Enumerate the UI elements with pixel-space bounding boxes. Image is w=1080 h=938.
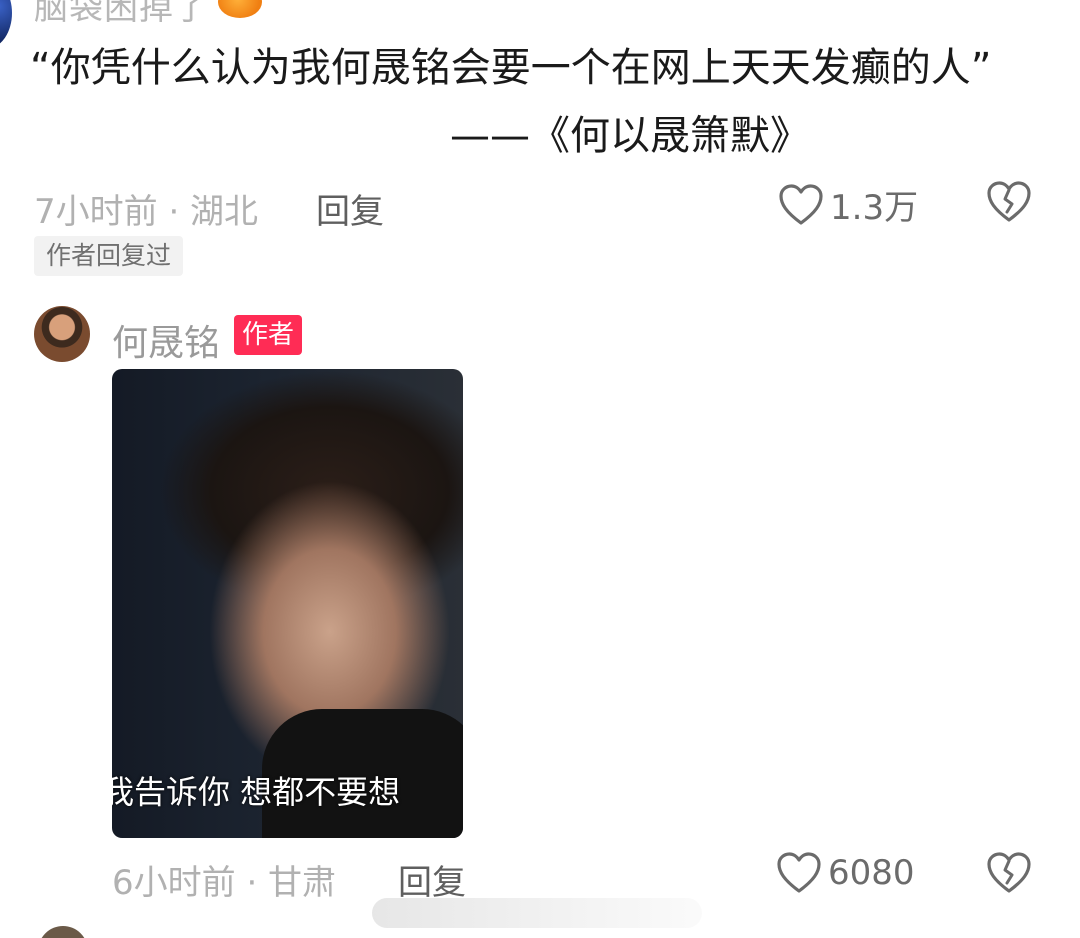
author-avatar[interactable]: [34, 306, 90, 362]
reply-time-location: 6小时前 · 甘肃: [112, 863, 337, 903]
reply-like-button[interactable]: 6080: [776, 851, 915, 895]
author-replied-tag: 作者回复过: [34, 236, 184, 276]
reply-like-count: 6080: [828, 853, 915, 893]
comment-time-location: 7小时前 · 湖北: [34, 192, 259, 232]
broken-heart-icon[interactable]: [986, 180, 1032, 224]
heart-outline-icon: [779, 183, 823, 225]
heart-outline-icon: [777, 852, 821, 893]
comment-thread: 脑袋困掉了 “你凭什么认为我何晟铭会要一个在网上天天发癫的人” ——《何以晟箫默…: [0, 0, 1080, 938]
watermark: [372, 898, 702, 928]
next-comment-avatar[interactable]: [38, 926, 88, 938]
comment-signature: ——《何以晟箫默》: [450, 113, 810, 159]
commenter-username[interactable]: 脑袋困掉了: [34, 0, 209, 29]
comment-like-count: 1.3万: [830, 188, 919, 228]
comment-reply-button[interactable]: 回复: [316, 184, 384, 233]
image-subtitle: 我告诉你 想都不要想: [112, 773, 401, 811]
broken-heart-icon[interactable]: [986, 851, 1032, 895]
reply-reply-button[interactable]: 回复: [398, 855, 466, 904]
author-badge: 作者: [234, 315, 303, 355]
commenter-avatar[interactable]: [0, 0, 12, 48]
comment-text: “你凭什么认为我何晟铭会要一个在网上天天发癫的人”: [30, 45, 992, 91]
comment-like-button[interactable]: 1.3万: [778, 180, 918, 229]
author-username[interactable]: 何晟铭: [112, 314, 220, 366]
reply-image[interactable]: 我告诉你 想都不要想: [112, 369, 463, 838]
pumpkin-emoji-icon: [218, 0, 262, 18]
